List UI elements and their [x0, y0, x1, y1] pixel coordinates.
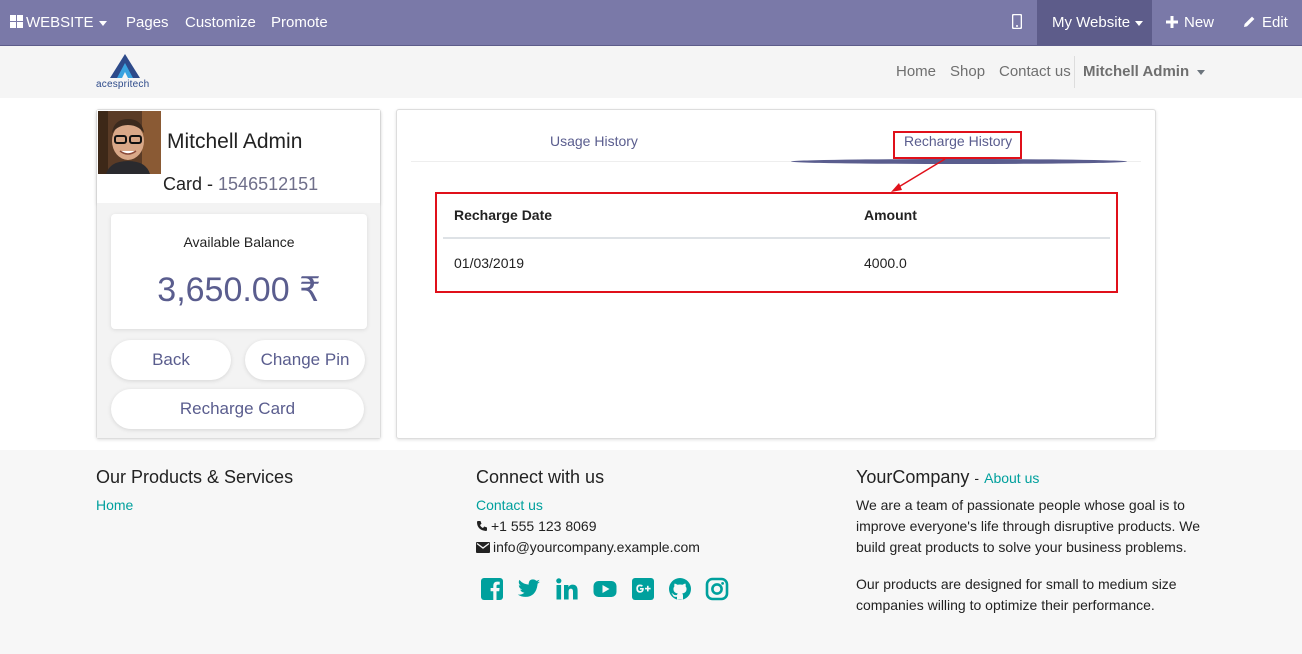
about-text-2: Our products are designed for small to m… [856, 576, 1177, 613]
pages-menu[interactable]: Pages [126, 0, 169, 45]
my-website-menu[interactable]: My Website [1052, 0, 1144, 45]
cell-amount: 4000.0 [864, 255, 907, 271]
cell-recharge-date: 01/03/2019 [454, 255, 525, 271]
envelope-icon [476, 542, 490, 553]
footer-contact-link[interactable]: Contact us [476, 497, 543, 513]
profile-card-header: Mitchell Admin Card - 1546512151 [97, 110, 380, 203]
phone-icon [477, 521, 487, 531]
mobile-preview-button[interactable] [1011, 0, 1023, 45]
products-title: Our Products & Services [96, 467, 294, 487]
chevron-down-icon [1135, 20, 1144, 26]
admin-topbar: WEBSITE Pages Customize Promote My Websi… [0, 0, 1302, 46]
table-header-divider [443, 237, 1110, 239]
column-header-amount: Amount [864, 207, 917, 223]
chevron-down-icon [1197, 69, 1206, 75]
about-text-1: We are a team of passionate people whose… [856, 497, 1201, 555]
nav-contact-us[interactable]: Contact us [999, 46, 1071, 98]
about-us-link[interactable]: About us [984, 470, 1039, 486]
nav-shop[interactable]: Shop [950, 46, 985, 98]
github-icon[interactable] [668, 577, 692, 601]
phone-text: +1 555 123 8069 [491, 518, 597, 534]
instagram-icon[interactable] [705, 577, 729, 601]
new-button[interactable]: New [1166, 0, 1214, 45]
profile-card: Mitchell Admin Card - 1546512151 Availab… [96, 109, 381, 439]
company-logo[interactable]: acespritech [95, 53, 157, 93]
pencil-icon [1244, 16, 1255, 27]
nav-divider [1074, 56, 1075, 88]
footer-phone: +1 555 123 8069 [476, 518, 597, 534]
connect-title: Connect with us [476, 467, 605, 487]
logo-text: acespritech [96, 79, 150, 90]
user-menu[interactable]: Mitchell Admin [1083, 46, 1206, 98]
new-label: New [1184, 14, 1215, 31]
site-header: acespritech Home Shop Contact us Mitchel… [0, 46, 1302, 98]
mobile-icon [1011, 13, 1023, 30]
apps-grid-icon [10, 15, 23, 28]
change-pin-button[interactable]: Change Pin [245, 340, 365, 380]
back-button[interactable]: Back [111, 340, 231, 380]
youtube-icon[interactable] [593, 577, 617, 601]
edit-button[interactable]: Edit [1243, 0, 1288, 45]
annotation-arrow-icon [891, 158, 946, 192]
linkedin-icon[interactable] [555, 577, 579, 601]
profile-name: Mitchell Admin [167, 130, 303, 153]
balance-panel: Available Balance 3,650.00 ₹ [111, 214, 367, 329]
balance-label: Available Balance [183, 234, 295, 250]
recharge-card-button[interactable]: Recharge Card [111, 389, 364, 429]
facebook-icon[interactable] [480, 577, 504, 601]
footer: Our Products & Services Home Connect wit… [0, 450, 1302, 654]
my-website-label: My Website [1052, 14, 1131, 31]
chevron-down-icon [98, 20, 107, 26]
promote-menu[interactable]: Promote [271, 0, 328, 45]
footer-home-link[interactable]: Home [96, 497, 133, 513]
company-title: YourCompany - About us [856, 467, 1040, 487]
plus-icon [1166, 16, 1178, 28]
twitter-icon[interactable] [517, 577, 541, 601]
email-text: info@yourcompany.example.com [493, 539, 700, 555]
tab-usage-history[interactable]: Usage History [550, 133, 638, 149]
edit-label: Edit [1262, 14, 1288, 31]
website-menu-label: WEBSITE [26, 14, 94, 31]
balance-amount: 3,650.00 ₹ [157, 271, 321, 309]
column-header-recharge-date: Recharge Date [454, 207, 553, 223]
company-name: YourCompany [856, 467, 970, 487]
customize-menu[interactable]: Customize [185, 0, 256, 45]
card-number-line: Card - 1546512151 [163, 174, 318, 195]
history-card: Usage History Recharge History Recharge … [396, 109, 1156, 439]
card-label: Card - [163, 174, 214, 194]
nav-home[interactable]: Home [896, 46, 936, 98]
card-number: 1546512151 [218, 174, 319, 194]
user-menu-label: Mitchell Admin [1083, 63, 1190, 80]
active-tab-indicator [791, 159, 1127, 164]
avatar [98, 111, 161, 174]
logo-mark-icon [110, 54, 140, 78]
footer-email: info@yourcompany.example.com [476, 539, 700, 555]
website-menu[interactable]: WEBSITE [10, 0, 107, 45]
tab-recharge-history[interactable]: Recharge History [904, 133, 1012, 149]
google-plus-icon[interactable] [631, 577, 655, 601]
